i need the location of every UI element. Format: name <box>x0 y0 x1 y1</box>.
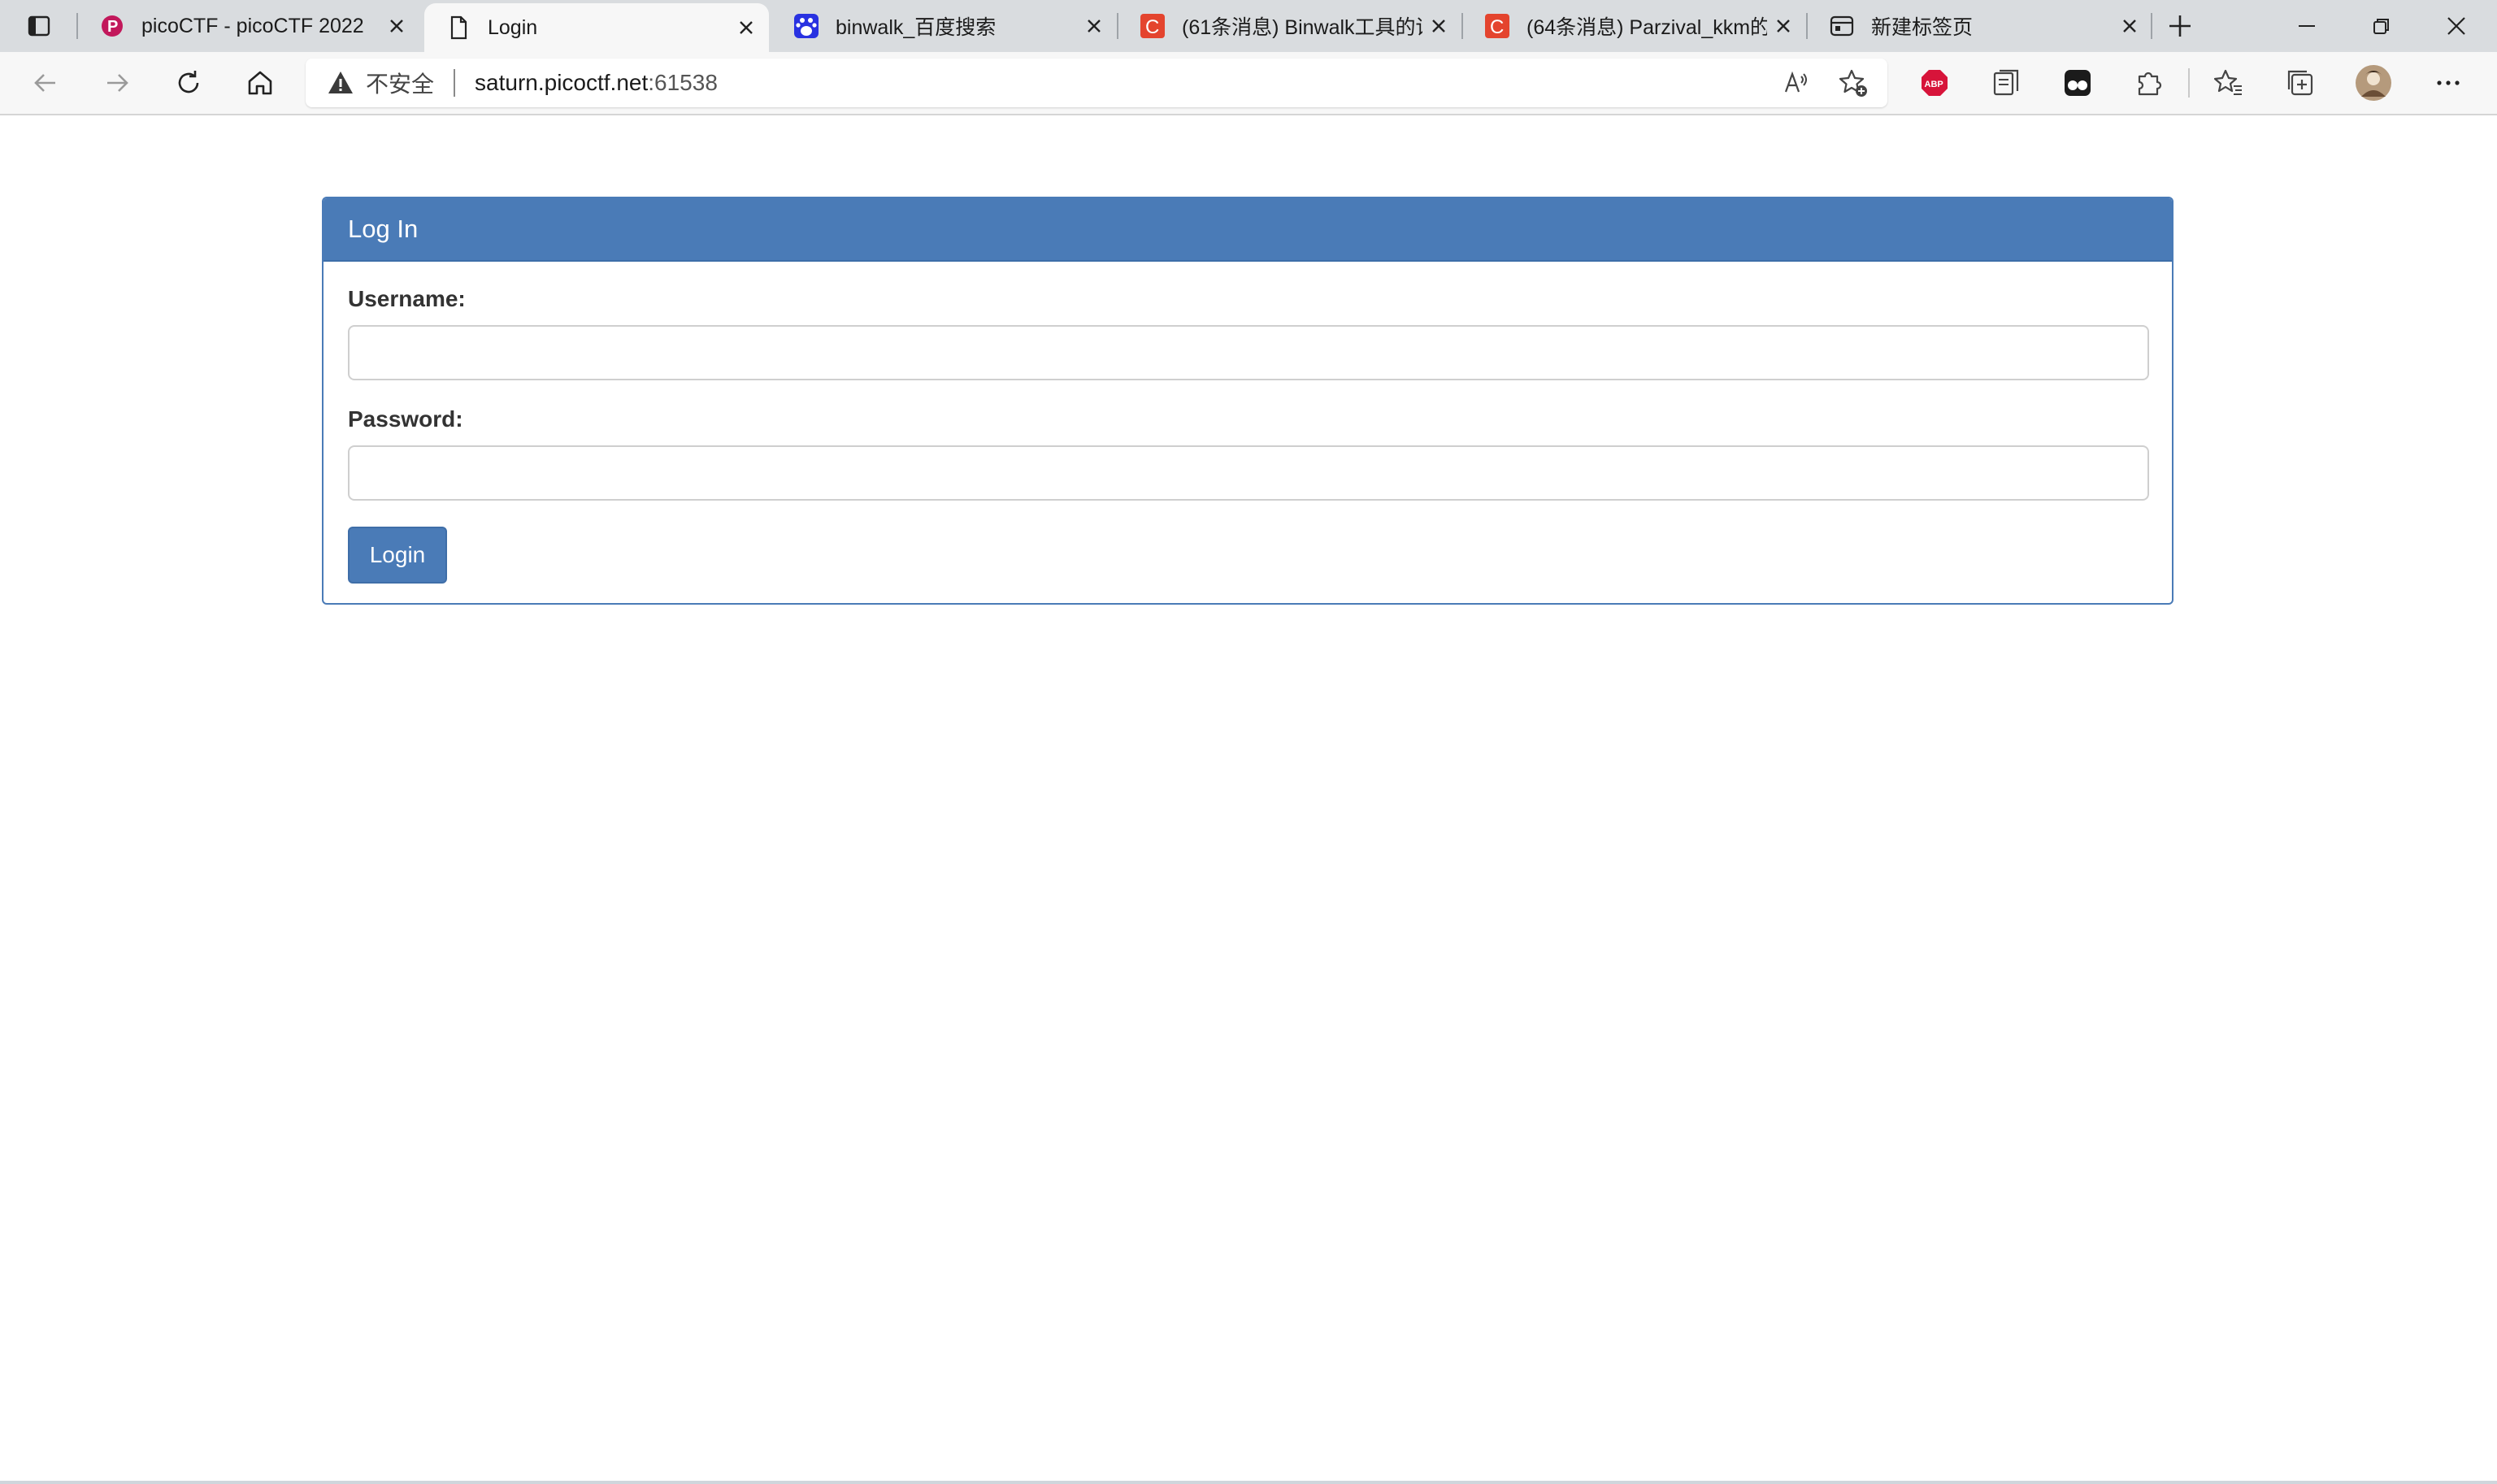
collections-ext-button[interactable] <box>1985 62 2027 104</box>
restore-icon <box>2373 19 2389 34</box>
tab-title: picoCTF - picoCTF 2022 <box>141 14 364 37</box>
username-input[interactable] <box>348 325 2149 380</box>
toolbar-separator <box>2188 68 2190 98</box>
add-favorite-button[interactable] <box>1834 63 1873 102</box>
puzzle-icon <box>2138 72 2162 96</box>
url-host: saturn.picoctf.net <box>475 70 649 95</box>
tab-actions-menu-button[interactable] <box>20 10 59 42</box>
address-divider <box>454 69 456 97</box>
panel-title: Log In <box>348 215 419 243</box>
tab-login[interactable]: Login <box>424 3 769 52</box>
baidu-paw-icon <box>794 14 819 38</box>
tab-close-button[interactable] <box>730 11 762 44</box>
home-icon <box>248 71 272 95</box>
tab-close-button[interactable] <box>1767 10 1800 42</box>
favorites-icon <box>2214 69 2242 95</box>
new-tab-button[interactable] <box>2160 7 2200 46</box>
tab-baidu-search[interactable]: binwalk_百度搜索 <box>772 0 1117 52</box>
close-window-button[interactable] <box>2419 0 2494 52</box>
csdn-icon: C <box>1485 14 1509 38</box>
read-aloud-icon <box>1784 71 1807 93</box>
panel-heading: Log In <box>324 198 2172 262</box>
tab-title: (61条消息) Binwalk工具的详 <box>1182 16 1422 39</box>
password-input[interactable] <box>348 445 2149 501</box>
adblock-plus-button[interactable]: ABP <box>1913 62 1956 104</box>
star-add-icon <box>1839 69 1867 97</box>
url-text[interactable]: saturn.picoctf.net:61538 <box>475 70 718 96</box>
browser-toolbar: 不安全 saturn.picoctf.net:61538 ABP <box>0 52 2497 115</box>
collections-button[interactable] <box>2279 62 2321 104</box>
close-icon <box>1432 20 1445 33</box>
security-label[interactable]: 不安全 <box>366 67 434 99</box>
avatar <box>2356 65 2391 101</box>
svg-text:C: C <box>1490 16 1504 38</box>
new-tab-page-icon <box>1830 15 1854 37</box>
tampermonkey-button[interactable] <box>2056 62 2099 104</box>
tab-new-tab[interactable]: 新建标签页 <box>1808 0 2152 52</box>
home-button[interactable] <box>239 62 281 104</box>
minimize-icon <box>2299 25 2315 27</box>
tab-close-button[interactable] <box>380 10 413 42</box>
close-icon <box>1088 20 1101 33</box>
close-icon <box>390 20 403 33</box>
close-icon <box>740 21 753 34</box>
tab-close-button[interactable] <box>2113 10 2146 42</box>
tampermonkey-icon <box>2065 70 2091 96</box>
back-button[interactable] <box>24 62 67 104</box>
password-label: Password: <box>348 406 463 432</box>
page-icon <box>450 15 467 40</box>
tab-title: Login <box>488 15 538 39</box>
adblock-plus-icon: ABP <box>1922 70 1948 96</box>
more-horizontal-icon <box>2437 80 2460 85</box>
svg-text:P: P <box>107 18 118 36</box>
url-port: :61538 <box>648 70 718 95</box>
tab-title: 新建标签页 <box>1871 16 1974 39</box>
tab-close-button[interactable] <box>1078 10 1110 42</box>
close-icon <box>2447 17 2465 35</box>
csdn-icon: C <box>1140 14 1165 38</box>
tab-close-button[interactable] <box>1422 10 1455 42</box>
restore-button[interactable] <box>2344 0 2419 52</box>
window-bottom-edge <box>0 1481 2497 1484</box>
svg-text:C: C <box>1145 16 1159 38</box>
picoctf-icon: P <box>102 15 123 37</box>
login-button[interactable]: Login <box>348 527 447 584</box>
extensions-button[interactable] <box>2128 62 2170 104</box>
profile-button[interactable] <box>2352 62 2395 104</box>
tab-separator <box>2151 13 2152 39</box>
login-panel: Log In Username: Password: Login <box>322 197 2173 605</box>
plus-icon <box>2169 15 2191 37</box>
close-icon <box>2123 20 2136 33</box>
tab-strip: P picoCTF - picoCTF 2022 Login binwalk_百… <box>0 0 2497 52</box>
address-bar[interactable]: 不安全 saturn.picoctf.net:61538 <box>306 59 1887 107</box>
close-icon <box>1777 20 1790 33</box>
warning-icon[interactable] <box>327 69 354 97</box>
tab-title: (64条消息) Parzival_kkm的博 <box>1526 16 1767 39</box>
username-label: Username: <box>348 286 466 311</box>
settings-more-button[interactable] <box>2427 62 2469 104</box>
forward-button[interactable] <box>96 62 138 104</box>
tab-csdn-blog[interactable]: C (64条消息) Parzival_kkm的博 <box>1463 0 1806 52</box>
refresh-icon <box>178 71 199 93</box>
favorites-button[interactable] <box>2208 62 2250 104</box>
back-arrow-icon <box>34 74 55 92</box>
minimize-button[interactable] <box>2269 0 2344 52</box>
collections-icon <box>2287 70 2313 96</box>
svg-text:ABP: ABP <box>1925 80 1943 89</box>
reading-list-icon <box>1993 69 2019 96</box>
forward-arrow-icon <box>107 74 128 92</box>
refresh-button[interactable] <box>167 62 210 104</box>
tab-actions-icon <box>28 15 50 37</box>
tab-csdn-binwalk[interactable]: C (61条消息) Binwalk工具的详 <box>1118 0 1461 52</box>
tab-picoctf[interactable]: P picoCTF - picoCTF 2022 <box>78 0 419 52</box>
tab-title: binwalk_百度搜索 <box>836 16 997 39</box>
read-aloud-button[interactable] <box>1777 63 1816 102</box>
